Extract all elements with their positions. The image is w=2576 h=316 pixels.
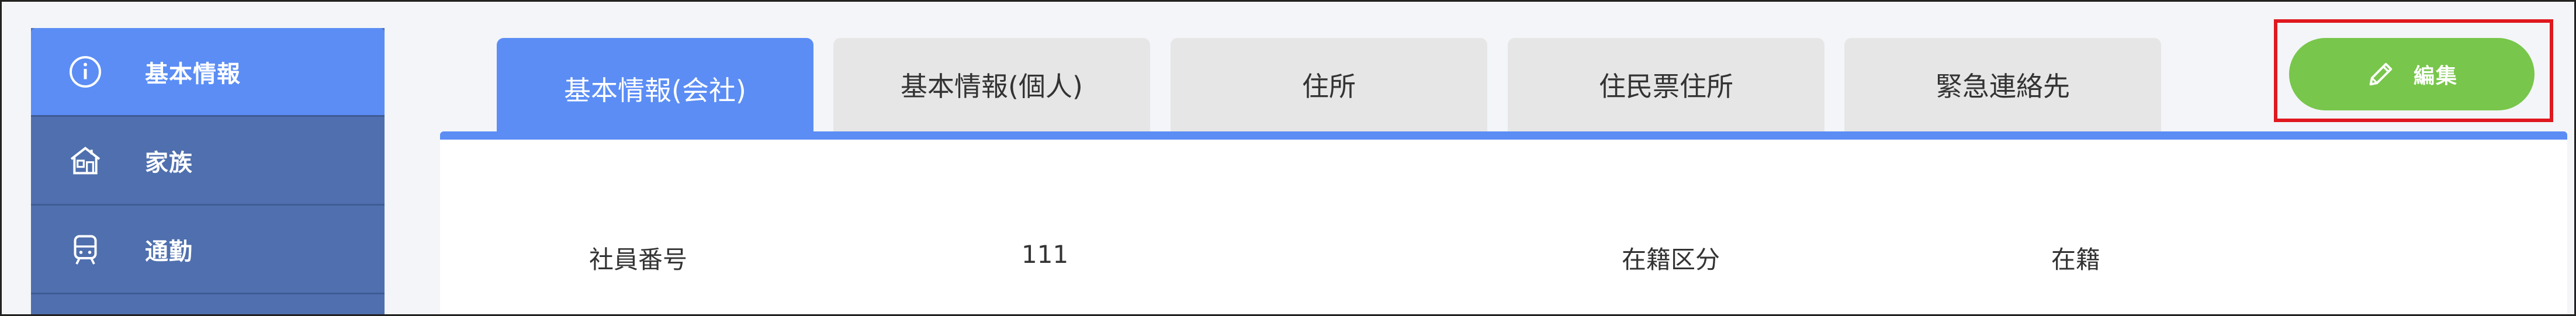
- field-label-employment-status: 在籍区分: [1622, 245, 1720, 274]
- sidebar-item-label: 通勤: [145, 238, 193, 265]
- edit-button[interactable]: 編集: [2289, 38, 2535, 110]
- sidebar-item-family[interactable]: 家族: [31, 117, 385, 206]
- tab-underline: [440, 131, 2567, 140]
- train-icon: [63, 227, 108, 272]
- sidebar-item-label: 家族: [145, 149, 193, 176]
- content-panel: [440, 131, 2567, 314]
- house-icon: [63, 138, 108, 183]
- field-value-employee-number: 111: [1022, 240, 1069, 269]
- pencil-icon: [2366, 59, 2396, 89]
- edit-button-label: 編集: [2413, 64, 2458, 88]
- field-label-employee-number: 社員番号: [589, 245, 688, 274]
- sidebar-item-label: 基本情報: [145, 60, 241, 88]
- tab-personal-basic-info[interactable]: 基本情報(個人): [833, 38, 1150, 131]
- sidebar: 基本情報 家族 通勤: [31, 28, 385, 314]
- tab-company-basic-info[interactable]: 基本情報(会社): [497, 38, 813, 140]
- tab-resident-address[interactable]: 住民票住所: [1508, 38, 1824, 131]
- sidebar-item-basic-info[interactable]: 基本情報: [31, 28, 385, 117]
- field-value-employment-status: 在籍: [2051, 245, 2101, 274]
- tab-emergency-contact[interactable]: 緊急連絡先: [1844, 38, 2161, 131]
- info-icon: [63, 50, 108, 94]
- sidebar-item-commute[interactable]: 通勤: [31, 206, 385, 294]
- tab-address[interactable]: 住所: [1171, 38, 1487, 131]
- app-frame: 基本情報 家族 通勤 基本情報(会社) 基本情報(個人) 住所 住民票住所 緊急…: [0, 0, 2576, 316]
